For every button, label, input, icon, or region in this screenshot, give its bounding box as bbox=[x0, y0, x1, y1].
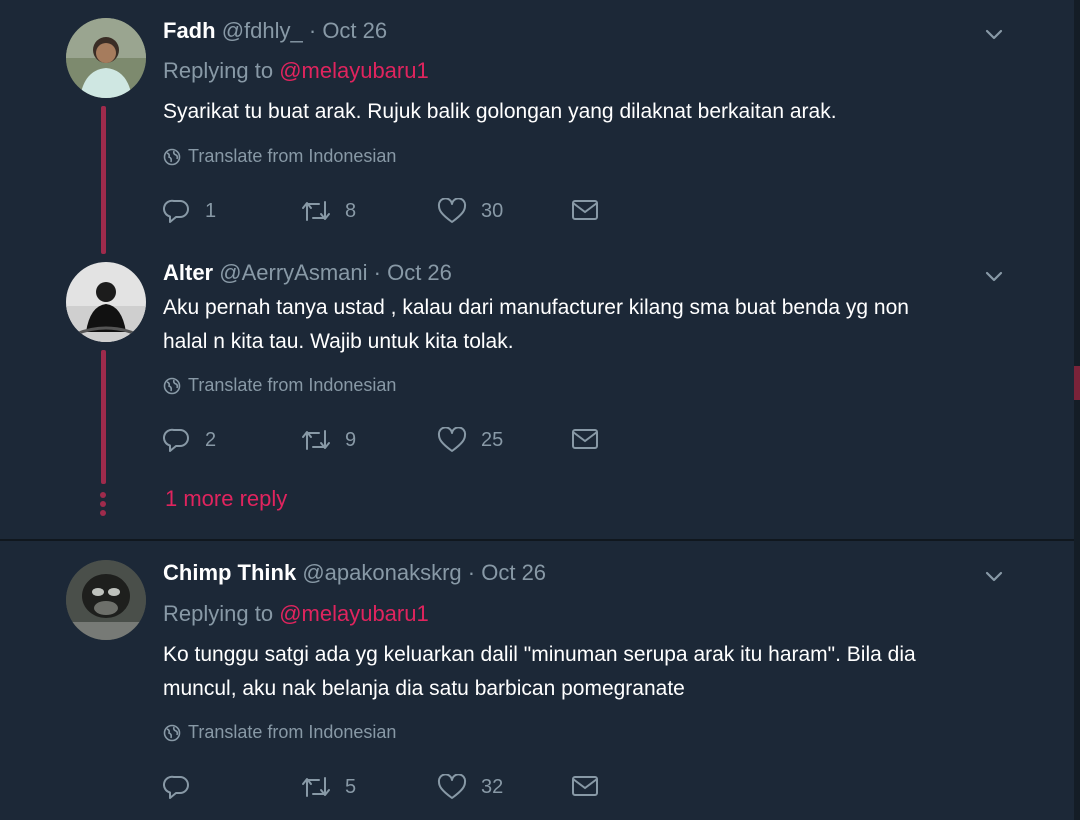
tweet-text-line: Aku pernah tanya ustad , kalau dari manu… bbox=[163, 296, 909, 319]
tweet-text-line: halal n kita tau. Wajib untuk kita tolak… bbox=[163, 330, 514, 353]
direct-message-button[interactable] bbox=[571, 427, 613, 451]
scrollbar[interactable] bbox=[1074, 0, 1080, 820]
avatar[interactable] bbox=[66, 262, 146, 342]
like-button[interactable]: 30 bbox=[437, 198, 503, 224]
chevron-down-icon[interactable] bbox=[982, 564, 1006, 588]
display-name[interactable]: Alter bbox=[163, 260, 213, 285]
tweet-date[interactable]: Oct 26 bbox=[322, 18, 387, 43]
tweet[interactable]: Alter @AerryAsmani · Oct 26 Aku pernah t… bbox=[0, 250, 1074, 488]
user-handle[interactable]: @fdhly_ bbox=[222, 18, 303, 43]
display-name[interactable]: Chimp Think bbox=[163, 560, 296, 585]
tweet-actions: 1 8 30 bbox=[163, 198, 623, 228]
like-count: 25 bbox=[481, 428, 504, 451]
mention-link[interactable]: @melayubaru1 bbox=[279, 601, 429, 626]
reply-count: 1 bbox=[205, 199, 217, 222]
scrollbar-thumb[interactable] bbox=[1074, 366, 1080, 400]
tweet-actions: 2 9 25 bbox=[163, 427, 623, 457]
retweet-count: 5 bbox=[345, 775, 357, 798]
user-handle[interactable]: @apakonakskrg bbox=[302, 560, 461, 585]
replying-prefix: Replying to bbox=[163, 58, 280, 83]
retweet-icon bbox=[302, 201, 330, 221]
translate-link[interactable]: Translate from Indonesian bbox=[163, 146, 396, 167]
reply-icon bbox=[163, 775, 189, 799]
tweet-text-line: Ko tunggu satgi ada yg keluarkan dalil "… bbox=[163, 643, 916, 666]
replying-to: Replying to @melayubaru1 bbox=[163, 601, 429, 627]
user-handle[interactable]: @AerryAsmani bbox=[219, 260, 367, 285]
like-count: 30 bbox=[481, 199, 504, 222]
tweet-header: Fadh @fdhly_ · Oct 26 bbox=[163, 18, 387, 44]
like-icon bbox=[437, 774, 467, 799]
translate-label: Translate from Indonesian bbox=[188, 146, 397, 166]
tweet-text: Aku pernah tanya ustad , kalau dari manu… bbox=[163, 291, 1023, 359]
tweet-date[interactable]: Oct 26 bbox=[387, 260, 452, 285]
like-button[interactable]: 25 bbox=[437, 427, 503, 453]
translate-label: Translate from Indonesian bbox=[188, 722, 397, 742]
retweet-icon bbox=[302, 430, 330, 450]
chevron-down-icon[interactable] bbox=[982, 22, 1006, 46]
retweet-count: 9 bbox=[345, 428, 357, 451]
avatar[interactable] bbox=[66, 560, 146, 640]
reply-icon bbox=[163, 199, 189, 223]
chevron-down-icon[interactable] bbox=[982, 264, 1006, 288]
retweet-icon bbox=[302, 777, 330, 797]
tweet-text-line: muncul, aku nak belanja dia satu barbica… bbox=[163, 677, 685, 700]
reply-icon bbox=[163, 428, 189, 452]
like-button[interactable]: 32 bbox=[437, 774, 503, 800]
mention-link[interactable]: @melayubaru1 bbox=[279, 58, 429, 83]
tweet-actions: 5 32 bbox=[163, 774, 623, 804]
globe-icon bbox=[163, 148, 181, 165]
retweet-button[interactable]: 9 bbox=[301, 427, 356, 453]
tweet[interactable]: Fadh @fdhly_ · Oct 26 Replying to @melay… bbox=[0, 0, 1074, 250]
message-icon bbox=[572, 429, 598, 449]
retweet-button[interactable]: 5 bbox=[301, 774, 356, 800]
avatar[interactable] bbox=[66, 18, 146, 98]
tweet-date[interactable]: Oct 26 bbox=[481, 560, 546, 585]
reply-button[interactable]: 1 bbox=[163, 198, 216, 224]
tweet[interactable]: Chimp Think @apakonakskrg · Oct 26 Reply… bbox=[0, 541, 1074, 820]
tweet-header: Chimp Think @apakonakskrg · Oct 26 bbox=[163, 560, 546, 586]
separator-dot: · bbox=[467, 560, 476, 585]
replying-to: Replying to @melayubaru1 bbox=[163, 58, 429, 84]
like-icon bbox=[437, 427, 467, 452]
direct-message-button[interactable] bbox=[571, 198, 613, 222]
tweet-text: Ko tunggu satgi ada yg keluarkan dalil "… bbox=[163, 638, 1023, 706]
message-icon bbox=[572, 200, 598, 220]
translate-label: Translate from Indonesian bbox=[188, 375, 397, 395]
direct-message-button[interactable] bbox=[571, 774, 613, 798]
reply-count: 2 bbox=[205, 428, 217, 451]
reply-button[interactable]: 2 bbox=[163, 427, 216, 453]
globe-icon bbox=[163, 377, 181, 394]
separator-dot: · bbox=[308, 18, 317, 43]
tweet-text: Syarikat tu buat arak. Rujuk balik golon… bbox=[163, 100, 837, 123]
replying-prefix: Replying to bbox=[163, 601, 280, 626]
reply-button[interactable] bbox=[163, 774, 205, 800]
like-count: 32 bbox=[481, 775, 504, 798]
display-name[interactable]: Fadh bbox=[163, 18, 216, 43]
translate-link[interactable]: Translate from Indonesian bbox=[163, 722, 396, 743]
more-replies-dots bbox=[100, 492, 107, 519]
globe-icon bbox=[163, 724, 181, 741]
more-replies-link[interactable]: 1 more reply bbox=[165, 486, 287, 512]
retweet-count: 8 bbox=[345, 199, 357, 222]
like-icon bbox=[437, 198, 467, 223]
tweet-header: Alter @AerryAsmani · Oct 26 bbox=[163, 260, 452, 286]
translate-link[interactable]: Translate from Indonesian bbox=[163, 375, 396, 396]
separator-dot: · bbox=[373, 260, 381, 285]
message-icon bbox=[572, 776, 598, 796]
retweet-button[interactable]: 8 bbox=[301, 198, 356, 224]
